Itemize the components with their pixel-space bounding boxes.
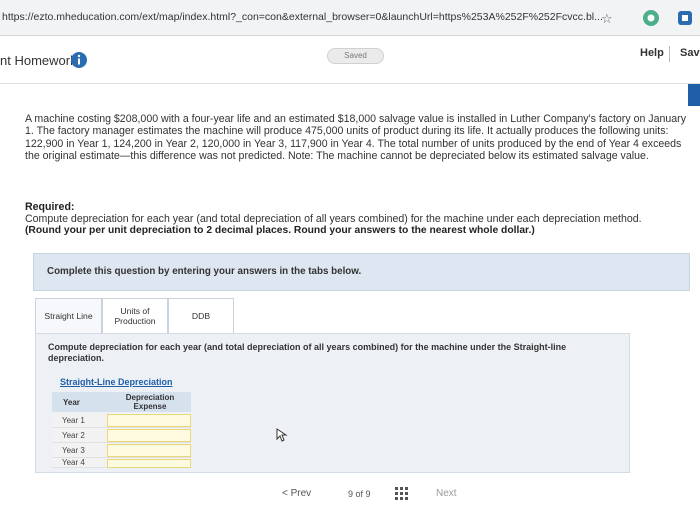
next-button[interactable]: Next (436, 488, 457, 499)
table-caption: Straight-Line Depreciation (60, 377, 173, 387)
rounding-note: (Round your per unit depreciation to 2 d… (25, 225, 535, 236)
browser-url-bar[interactable]: https://ezto.mheducation.com/ext/map/ind… (0, 0, 700, 36)
required-heading: Required: (25, 201, 75, 213)
saved-status-badge: Saved (327, 48, 384, 64)
table-row: Year 2 (52, 428, 191, 443)
table-row: Year 1 (52, 413, 191, 428)
info-icon[interactable] (70, 51, 88, 69)
page-indicator: 9 of 9 (348, 489, 371, 499)
problem-statement: A machine costing $208,000 with a four-y… (25, 113, 686, 163)
compute-instruction: Compute depreciation for each year (and … (48, 342, 567, 363)
table-row: Year 4 (52, 458, 191, 468)
table-header: Year Depreciation Expense (52, 392, 191, 412)
column-header-expense: Depreciation Expense (125, 393, 175, 411)
instruction-text: Complete this question by entering your … (47, 266, 362, 277)
row-year-label: Year 3 (62, 446, 85, 455)
row-year-label: Year 2 (62, 431, 85, 440)
svg-text:☆: ☆ (601, 12, 613, 27)
star-icon[interactable]: ☆ (600, 9, 618, 27)
tab-units-of-production[interactable]: Units of Production (102, 298, 168, 334)
save-exit-link[interactable]: Sav (680, 47, 700, 59)
side-tab-marker[interactable] (688, 84, 700, 106)
mouse-cursor-icon (276, 428, 288, 442)
depreciation-input[interactable] (107, 414, 191, 427)
grid-icon[interactable] (395, 487, 409, 501)
extension-icon[interactable] (642, 9, 660, 27)
header-divider (669, 46, 670, 62)
url-text[interactable]: https://ezto.mheducation.com/ext/map/ind… (2, 11, 603, 23)
help-link[interactable]: Help (640, 47, 664, 59)
table-row: Year 3 (52, 443, 191, 458)
column-header-year: Year (63, 398, 80, 407)
homework-title: nt Homework (0, 53, 77, 68)
row-year-label: Year 4 (62, 458, 85, 467)
row-year-label: Year 1 (62, 416, 85, 425)
depreciation-input[interactable] (107, 459, 191, 468)
depreciation-input[interactable] (107, 444, 191, 457)
instruction-panel: Complete this question by entering your … (33, 253, 690, 291)
required-text: Compute depreciation for each year (and … (25, 213, 642, 225)
profile-icon[interactable] (676, 9, 694, 27)
prev-button[interactable]: < Prev (282, 488, 311, 499)
depreciation-input[interactable] (107, 429, 191, 442)
tab-ddb[interactable]: DDB (168, 298, 234, 334)
app-header: nt Homework Saved Help Sav (0, 36, 700, 84)
tab-straight-line[interactable]: Straight Line (35, 298, 102, 334)
